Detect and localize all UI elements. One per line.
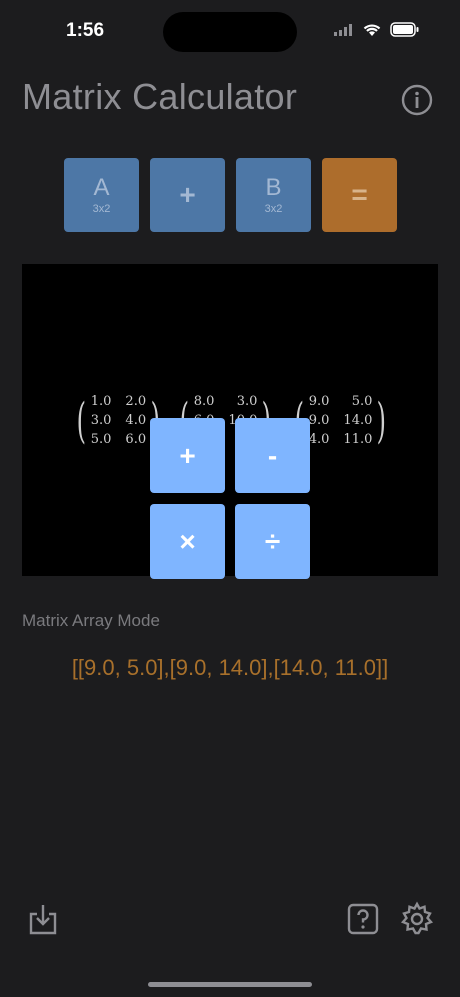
divide-operation-button[interactable]: ÷ — [235, 504, 310, 579]
operation-picker: + - × ÷ — [150, 418, 310, 579]
help-icon — [347, 903, 379, 935]
export-button[interactable] — [26, 902, 60, 936]
dynamic-island — [163, 12, 297, 52]
matrix-selector-row: A 3x2 + B 3x2 = — [64, 158, 397, 232]
matrix-cell: 5.0 — [90, 432, 112, 447]
matrix-cell: 3.0 — [90, 413, 112, 428]
wifi-icon — [363, 24, 381, 36]
export-icon — [29, 905, 57, 935]
equals-button[interactable]: = — [322, 158, 397, 232]
matrix-cell: 5.0 — [351, 394, 373, 409]
gear-icon — [400, 901, 434, 935]
matrix-cell: 4.0 — [125, 413, 147, 428]
matrix-cell: 1.0 — [90, 394, 112, 409]
matrix-b-button[interactable]: B 3x2 — [236, 158, 311, 232]
operation-button[interactable]: + — [150, 158, 225, 232]
matrix-cell: 3.0 — [236, 394, 258, 409]
matrix-a-size: 3x2 — [92, 203, 111, 215]
matrix-a-button[interactable]: A 3x2 — [64, 158, 139, 232]
matrix-b-size: 3x2 — [264, 203, 283, 215]
page-title: Matrix Calculator — [22, 76, 298, 117]
info-icon — [401, 84, 433, 116]
left-paren: ( — [76, 393, 87, 449]
result-array-text[interactable]: [[9.0, 5.0],[9.0, 14.0],[14.0, 11.0]] — [0, 655, 460, 681]
operation-label: + — [179, 179, 196, 210]
add-operation-button[interactable]: + — [150, 418, 225, 493]
status-icons — [334, 22, 420, 37]
mode-label: Matrix Array Mode — [22, 611, 160, 630]
multiply-operation-button[interactable]: × — [150, 504, 225, 579]
matrix-result-grid: 9.0 5.0 9.0 14.0 4.0 11.0 — [309, 392, 373, 450]
matrix-a-label: A — [93, 174, 110, 201]
home-indicator — [148, 982, 312, 987]
matrix-cell: 9.0 — [308, 413, 330, 428]
help-button[interactable] — [346, 902, 380, 936]
matrix-cell: 4.0 — [308, 432, 330, 447]
battery-icon — [390, 22, 419, 37]
right-paren: ) — [377, 393, 387, 449]
matrix-cell: 14.0 — [343, 413, 373, 428]
status-time: 1:56 — [66, 20, 105, 41]
subtract-operation-button[interactable]: - — [235, 418, 310, 493]
matrix-cell: 8.0 — [193, 394, 215, 409]
matrix-cell: 2.0 — [125, 394, 147, 409]
info-button[interactable] — [400, 83, 434, 117]
matrix-cell: 11.0 — [343, 432, 373, 447]
matrix-a-grid: 1.0 2.0 3.0 4.0 5.0 6.0 — [91, 392, 146, 450]
equals-label: = — [351, 179, 368, 210]
signal-icon — [334, 23, 352, 36]
matrix-cell: 9.0 — [308, 394, 330, 409]
matrix-b-label: B — [265, 174, 282, 201]
settings-button[interactable] — [399, 901, 434, 935]
matrix-cell: 6.0 — [125, 432, 147, 447]
